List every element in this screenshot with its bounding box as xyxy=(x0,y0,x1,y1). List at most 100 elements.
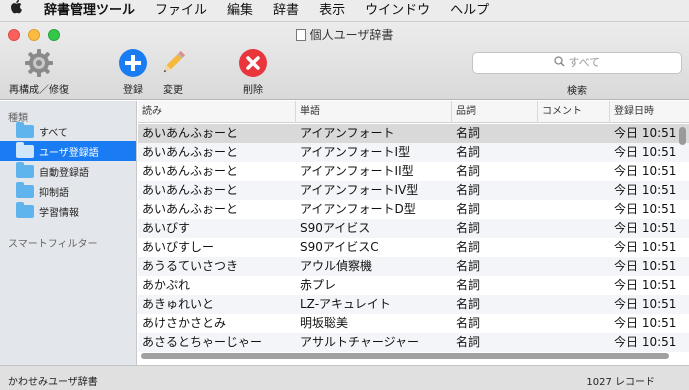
sidebar-item-auto-words[interactable]: 自動登録語 xyxy=(0,161,136,181)
pencil-icon xyxy=(158,48,188,78)
table-row[interactable]: あいあんふぉーと アイアンフォートD型 名詞 今日 10:51 xyxy=(138,200,689,219)
column-header-part-of-speech[interactable]: 品詞 xyxy=(452,101,538,123)
sidebar-item-label: すべて xyxy=(39,127,68,139)
word-table: 読み 単語 品詞 コメント 登録日時 あいあんふぉーと アイアンフォート 名詞 今日 … xyxy=(138,101,689,365)
table-row[interactable]: あけさかさとみ 明坂聡美 名詞 今日 10:51 xyxy=(138,314,689,333)
gear-icon xyxy=(24,48,54,78)
apple-menu-icon[interactable] xyxy=(0,0,34,22)
cell-word: 明坂聡美 xyxy=(300,316,349,330)
vertical-scroll-thumb[interactable] xyxy=(679,127,686,145)
sidebar-item-label: 学習情報 xyxy=(39,207,79,219)
folder-icon xyxy=(16,201,34,218)
menu-edit[interactable]: 編集 xyxy=(217,0,263,22)
folder-icon xyxy=(16,181,34,198)
table-row[interactable]: あいあんふぉーと アイアンフォートII型 名詞 今日 10:51 xyxy=(138,162,689,181)
cell-part-of-speech: 名詞 xyxy=(456,221,481,235)
search-placeholder: すべて xyxy=(568,56,601,69)
cell-comment xyxy=(538,314,610,333)
folder-icon xyxy=(16,141,34,158)
sidebar-item-label: ユーザ登録語 xyxy=(39,147,99,159)
cell-reading: あさるとちゃーじゃー xyxy=(142,335,263,349)
table-row[interactable]: あきゅれいと LZ-アキュレイト 名詞 今日 10:51 xyxy=(138,295,689,314)
cell-comment xyxy=(538,219,610,238)
sidebar-item-label: 自動登録語 xyxy=(39,167,89,179)
delete-icon xyxy=(238,48,268,78)
table-row[interactable]: あいびすしー S90アイビスC 名詞 今日 10:51 xyxy=(138,238,689,257)
rebuild-label: 再構成／修復 xyxy=(9,85,69,96)
table-row[interactable]: あさるとちゃーじゃー アサルトチャージャー 名詞 今日 10:51 xyxy=(138,333,689,352)
sidebar-item-suppressed-words[interactable]: 抑制語 xyxy=(0,181,136,201)
cell-word: 赤プレ xyxy=(300,278,337,292)
cell-part-of-speech: 名詞 xyxy=(456,183,481,197)
cell-word: LZ-アキュレイト xyxy=(300,297,391,311)
cell-comment xyxy=(538,238,610,257)
cell-word: S90アイビスC xyxy=(300,240,379,254)
cell-reading: あかぷれ xyxy=(142,278,191,292)
cell-reading: あいびす xyxy=(142,221,191,235)
table-row[interactable]: あかぷれ 赤プレ 名詞 今日 10:51 xyxy=(138,276,689,295)
table-row[interactable]: あうるていさつき アウル偵察機 名詞 今日 10:51 xyxy=(138,257,689,276)
cell-part-of-speech: 名詞 xyxy=(456,316,481,330)
cell-reading: あいあんふぉーと xyxy=(142,145,239,159)
table-row[interactable]: あいあんふぉーと アイアンフォートIV型 名詞 今日 10:51 xyxy=(138,181,689,200)
register-label: 登録 xyxy=(123,85,143,96)
cell-part-of-speech: 名詞 xyxy=(456,126,481,140)
column-header-comment[interactable]: コメント xyxy=(538,101,610,123)
search-icon xyxy=(554,56,569,69)
status-bar: かわせみユーザ辞書 1027 レコード xyxy=(0,365,689,390)
main-window: 個人ユーザ辞書 再構成／修復 登録 変更 削除 すべて 検索 種類 すべて ユー… xyxy=(0,22,689,390)
cell-comment xyxy=(538,143,610,162)
document-icon xyxy=(295,29,306,41)
cell-part-of-speech: 名詞 xyxy=(456,259,481,273)
table-body: あいあんふぉーと アイアンフォート 名詞 今日 10:51 あいあんふぉーと アイアンフォ… xyxy=(138,124,689,352)
sidebar-header: 種類 xyxy=(8,113,28,124)
edit-button[interactable]: 変更 xyxy=(156,48,190,96)
cell-comment xyxy=(538,295,610,314)
delete-button[interactable]: 削除 xyxy=(236,48,270,96)
dictionary-name: かわせみユーザ辞書 xyxy=(8,377,98,388)
menu-view[interactable]: 表示 xyxy=(309,0,355,22)
table-header: 読み 単語 品詞 コメント 登録日時 xyxy=(138,101,689,123)
sidebar-item-all[interactable]: すべて xyxy=(0,121,136,141)
menu-dictionary[interactable]: 辞書 xyxy=(263,0,309,22)
table-row[interactable]: あいあんふぉーと アイアンフォートI型 名詞 今日 10:51 xyxy=(138,143,689,162)
menu-file[interactable]: ファイル xyxy=(145,0,217,22)
cell-word: アイアンフォートII型 xyxy=(300,164,414,178)
cell-comment xyxy=(538,181,610,200)
window-title-text: 個人ユーザ辞書 xyxy=(309,28,394,42)
column-header-reading[interactable]: 読み xyxy=(138,101,296,123)
table-row[interactable]: あいあんふぉーと アイアンフォート 名詞 今日 10:51 xyxy=(138,124,689,143)
search-input[interactable]: すべて xyxy=(472,52,682,74)
add-icon xyxy=(118,48,148,78)
register-button[interactable]: 登録 xyxy=(116,48,150,96)
delete-label: 削除 xyxy=(243,85,263,96)
rebuild-button[interactable]: 再構成／修復 xyxy=(4,48,74,96)
sidebar: 種類 すべて ユーザ登録語 自動登録語 抑制語 学習情報 スマートフィルター xyxy=(0,101,137,365)
record-count: 1027 レコード xyxy=(586,377,655,388)
sidebar-item-user-words[interactable]: ユーザ登録語 xyxy=(0,141,136,161)
cell-reading: あいあんふぉーと xyxy=(142,183,239,197)
edit-label: 変更 xyxy=(163,85,183,96)
cell-comment xyxy=(538,124,610,143)
menu-help[interactable]: ヘルプ xyxy=(440,0,499,22)
menu-app-name[interactable]: 辞書管理ツール xyxy=(34,0,145,22)
cell-word: アイアンフォートI型 xyxy=(300,145,411,159)
cell-reading: あいあんふぉーと xyxy=(142,126,239,140)
table-row[interactable]: あいびす S90アイビス 名詞 今日 10:51 xyxy=(138,219,689,238)
column-header-registered-at[interactable]: 登録日時 xyxy=(610,101,689,123)
column-header-word[interactable]: 単語 xyxy=(296,101,452,123)
cell-comment xyxy=(538,257,610,276)
cell-word: アイアンフォート xyxy=(300,126,395,140)
vertical-scrollbar[interactable] xyxy=(678,123,687,363)
cell-reading: あけさかさとみ xyxy=(142,316,227,330)
cell-part-of-speech: 名詞 xyxy=(456,335,481,349)
cell-comment xyxy=(538,162,610,181)
cell-comment xyxy=(538,200,610,219)
cell-part-of-speech: 名詞 xyxy=(456,202,481,216)
horizontal-scroll-thumb[interactable] xyxy=(141,353,669,359)
sidebar-item-learning-info[interactable]: 学習情報 xyxy=(0,201,136,221)
folder-icon xyxy=(16,161,34,178)
cell-reading: あいあんふぉーと xyxy=(142,202,239,216)
menu-window[interactable]: ウインドウ xyxy=(355,0,440,22)
horizontal-scrollbar[interactable] xyxy=(138,351,678,361)
